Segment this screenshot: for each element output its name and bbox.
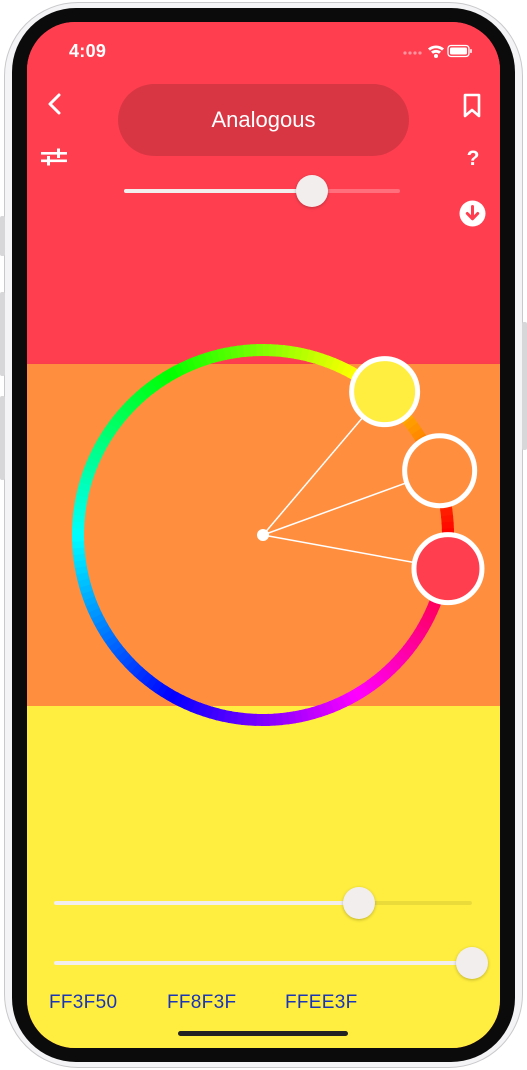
side-button-volume-up <box>0 292 5 376</box>
brightness-slider-thumb[interactable] <box>456 947 488 979</box>
hex-code-3[interactable]: FFEE3F <box>285 992 358 1014</box>
hex-code-2[interactable]: FF8F3F <box>167 992 236 1014</box>
side-button-volume-down <box>0 396 5 480</box>
wheel-center-dot <box>257 529 269 541</box>
side-button-silent <box>0 216 5 256</box>
side-button-power <box>522 322 527 450</box>
color-handle-3[interactable] <box>349 356 421 428</box>
screen: 4:09 Analogous ? FF3F50 FF8F3F FFEE3F <box>27 22 500 1048</box>
hex-code-1[interactable]: FF3F50 <box>49 992 117 1014</box>
saturation-slider-fill <box>54 901 360 905</box>
color-handle-1[interactable] <box>411 532 485 606</box>
saturation-slider-thumb[interactable] <box>343 887 376 919</box>
color-handle-2[interactable] <box>402 433 478 509</box>
color-wheel[interactable] <box>27 22 500 1048</box>
home-indicator <box>178 1031 348 1036</box>
brightness-slider-fill <box>54 961 472 965</box>
